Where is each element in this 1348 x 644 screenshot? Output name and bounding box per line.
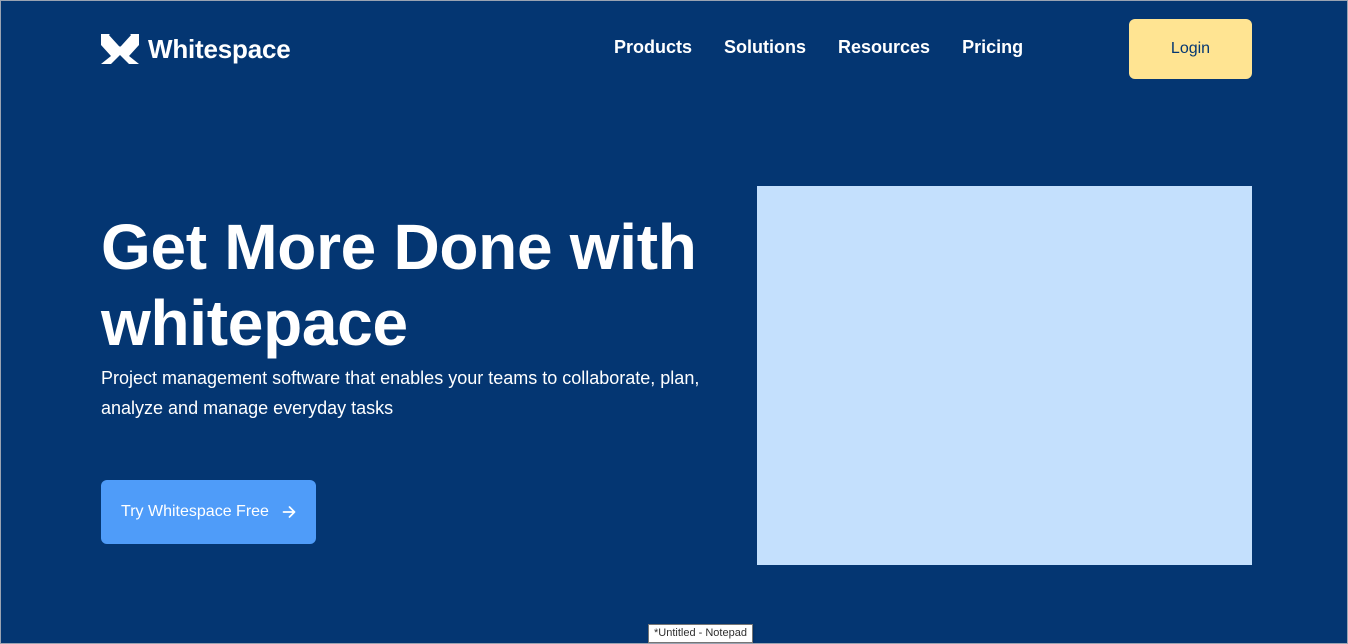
hero-subtitle: Project management software that enables… — [101, 368, 700, 418]
notepad-taskbar-tooltip: *Untitled - Notepad — [648, 624, 753, 643]
main-navigation: Products Solutions Resources Pricing — [614, 37, 1023, 58]
nav-item-pricing[interactable]: Pricing — [962, 37, 1023, 58]
hero-image-placeholder — [757, 186, 1252, 565]
whitespace-logo-icon — [101, 34, 139, 64]
login-button[interactable]: Login — [1129, 19, 1252, 79]
nav-item-products[interactable]: Products — [614, 37, 692, 58]
arrow-right-icon — [282, 506, 296, 518]
nav-item-solutions[interactable]: Solutions — [724, 37, 806, 58]
landing-page: Whitespace Products Solutions Resources … — [0, 0, 1348, 644]
nav-item-resources[interactable]: Resources — [838, 37, 930, 58]
brand-name: Whitespace — [148, 34, 291, 64]
cta-button-label: Try Whitespace Free — [121, 503, 269, 520]
brand-logo[interactable]: Whitespace — [101, 34, 291, 64]
try-whitespace-free-button[interactable]: Try Whitespace Free — [101, 480, 316, 544]
hero-title: Get More Done with whitepace — [101, 211, 697, 359]
